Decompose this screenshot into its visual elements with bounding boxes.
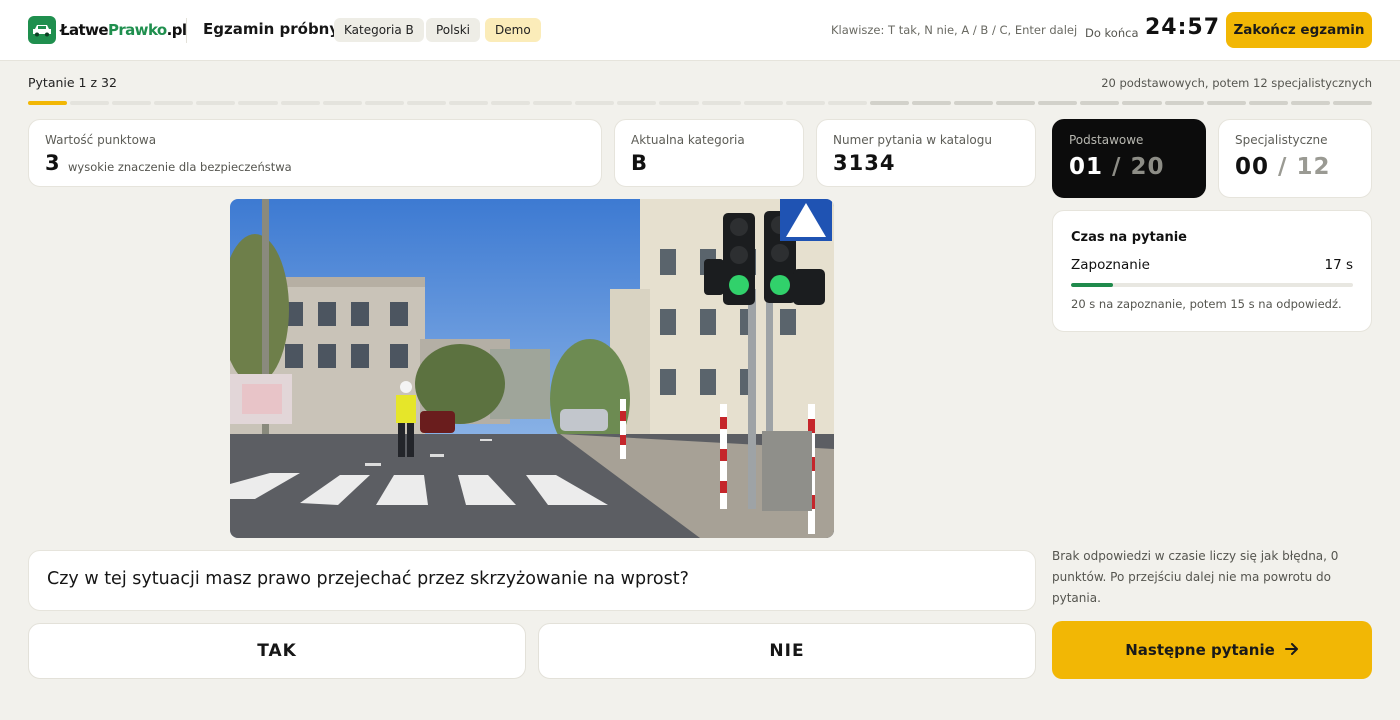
arrow-right-icon bbox=[1284, 621, 1299, 679]
basic-counter-value: 01 / 20 bbox=[1069, 154, 1165, 180]
progress-segment bbox=[911, 101, 952, 105]
progress-segment bbox=[70, 101, 110, 105]
progress-segment bbox=[659, 101, 699, 105]
progress-segment bbox=[280, 101, 320, 105]
points-card: Wartość punktowa 3 wysokie znaczenie dla… bbox=[28, 119, 602, 187]
time-rules-note: 20 s na zapoznanie, potem 15 s na odpowi… bbox=[1071, 297, 1342, 311]
basic-counter-label: Podstawowe bbox=[1069, 133, 1144, 147]
progress-segment bbox=[869, 101, 909, 105]
progress-segment bbox=[196, 101, 236, 105]
next-question-button[interactable]: Następne pytanie bbox=[1052, 621, 1372, 679]
header-divider bbox=[186, 18, 187, 43]
progress-segment bbox=[112, 101, 152, 105]
time-progress-fill bbox=[1071, 283, 1114, 287]
progress-segment bbox=[491, 101, 531, 105]
category-card: Aktualna kategoria B bbox=[614, 119, 804, 187]
points-label: Wartość punktowa bbox=[45, 133, 157, 147]
category-value: B bbox=[631, 151, 649, 175]
keyboard-hint: Klawisze: T tak, N nie, A / B / C, Enter… bbox=[831, 23, 1078, 37]
finish-exam-button[interactable]: Zakończ egzamin bbox=[1226, 12, 1372, 48]
progress-segment bbox=[617, 101, 657, 105]
progress-segment bbox=[575, 101, 615, 105]
progress-segment bbox=[954, 101, 994, 105]
no-answer-rules-note: Brak odpowiedzi w czasie liczy się jak b… bbox=[1052, 549, 1339, 605]
logo[interactable]: ŁatwePrawko.pl bbox=[28, 16, 187, 44]
basic-questions-counter: Podstawowe 01 / 20 bbox=[1052, 119, 1206, 198]
demo-chip: Demo bbox=[485, 18, 541, 42]
question-photo bbox=[230, 199, 834, 538]
category-label: Aktualna kategoria bbox=[631, 133, 745, 147]
special-counter-value: 00 / 12 bbox=[1235, 154, 1331, 180]
question-counter: Pytanie 1 z 32 bbox=[28, 75, 117, 90]
category-chip: Kategoria B bbox=[334, 18, 424, 42]
progress-segment bbox=[1332, 101, 1372, 105]
catalog-number-card: Numer pytania w katalogu 3134 bbox=[816, 119, 1036, 187]
progress-segment bbox=[1080, 101, 1120, 105]
question-time-panel: Czas na pytanie Zapoznanie 17 s 20 s na … bbox=[1052, 210, 1372, 332]
progress-segment bbox=[28, 101, 68, 105]
progress-segment bbox=[154, 101, 194, 105]
progress-segment bbox=[996, 101, 1036, 105]
exam-title: Egzamin próbny bbox=[203, 20, 340, 38]
answer-yes-button[interactable]: TAK bbox=[28, 623, 526, 679]
question-progress-bar bbox=[28, 101, 1372, 105]
car-icon bbox=[28, 16, 56, 44]
progress-segment bbox=[322, 101, 362, 105]
time-progress-track bbox=[1071, 283, 1353, 287]
progress-segment bbox=[827, 101, 867, 105]
logo-text: ŁatwePrawko.pl bbox=[60, 21, 187, 39]
progress-segment bbox=[1206, 101, 1246, 105]
progress-segment bbox=[533, 101, 573, 105]
exam-timer: 24:57 bbox=[1145, 15, 1221, 40]
language-chip: Polski bbox=[426, 18, 481, 42]
progress-segment bbox=[1248, 101, 1288, 105]
remaining-label: Do końca bbox=[1085, 26, 1139, 40]
progress-segment bbox=[364, 101, 404, 105]
special-questions-counter: Specjalistyczne 00 / 12 bbox=[1218, 119, 1372, 198]
catalog-number-value: 3134 bbox=[833, 151, 896, 175]
time-seconds: 17 s bbox=[1324, 257, 1353, 273]
top-bar: ŁatwePrawko.pl Egzamin próbny Kategoria … bbox=[0, 0, 1400, 61]
exam-structure-note: 20 podstawowych, potem 12 specjalistyczn… bbox=[1101, 76, 1372, 90]
progress-segment bbox=[743, 101, 783, 105]
next-question-label: Następne pytanie bbox=[1125, 641, 1275, 659]
answer-no-button[interactable]: NIE bbox=[538, 623, 1036, 679]
question-text: Czy w tej sytuacji masz prawo przejechać… bbox=[47, 569, 689, 589]
special-counter-label: Specjalistyczne bbox=[1235, 133, 1328, 147]
catalog-number-label: Numer pytania w katalogu bbox=[833, 133, 992, 147]
progress-segment bbox=[785, 101, 825, 105]
time-panel-title: Czas na pytanie bbox=[1071, 230, 1187, 245]
progress-segment bbox=[1038, 101, 1078, 105]
progress-segment bbox=[1164, 101, 1204, 105]
progress-segment bbox=[238, 101, 278, 105]
progress-segment bbox=[406, 101, 446, 105]
points-value: 3 bbox=[45, 151, 61, 175]
points-description: wysokie znaczenie dla bezpieczeństwa bbox=[68, 160, 292, 174]
progress-segment bbox=[1122, 101, 1162, 105]
progress-segment bbox=[701, 101, 741, 105]
question-box: Czy w tej sytuacji masz prawo przejechać… bbox=[28, 550, 1036, 611]
time-phase-label: Zapoznanie bbox=[1071, 257, 1150, 273]
progress-segment bbox=[1290, 101, 1330, 105]
progress-segment bbox=[448, 101, 489, 105]
